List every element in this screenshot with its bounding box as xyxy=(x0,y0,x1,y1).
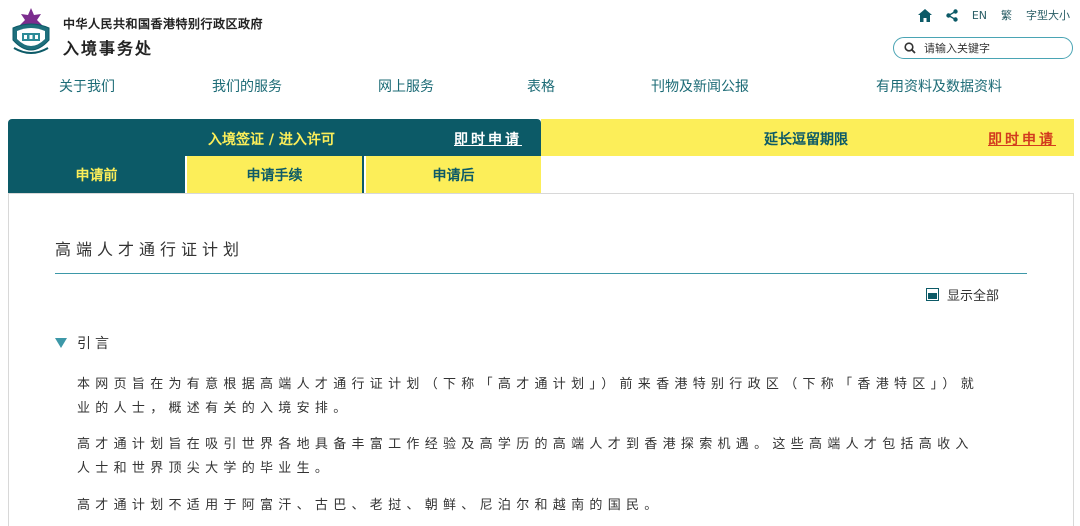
title-divider xyxy=(55,273,1027,274)
government-name: 中华人民共和国香港特别行政区政府 xyxy=(63,17,264,31)
section-introduction-header[interactable]: 引言 xyxy=(55,333,113,353)
nav-item-forms[interactable]: 表格 xyxy=(527,76,555,96)
search-icon[interactable] xyxy=(904,42,916,54)
home-icon xyxy=(917,8,932,22)
site-header: 中华人民共和国香港特别行政区政府 入境事务处 EN 繁 字型大小 xyxy=(0,0,1080,66)
tab-entry-visa-title: 入境签证 / 进入许可 xyxy=(208,132,335,148)
nav-item-eservices[interactable]: 网上服务 xyxy=(378,76,434,96)
hkimmd-emblem-icon[interactable] xyxy=(8,6,54,60)
font-size-button[interactable]: 字型大小 xyxy=(1026,7,1070,23)
subtabs: 申请前 申请手续 申请后 xyxy=(8,156,541,193)
lang-en-link[interactable]: EN xyxy=(972,9,987,22)
search-input[interactable] xyxy=(924,41,1064,55)
search-box xyxy=(893,37,1073,59)
tab-extension-title: 延长逗留期限 xyxy=(764,132,848,148)
nav-item-useful-info[interactable]: 有用资料及数据资料 xyxy=(876,76,1002,96)
nav-item-services[interactable]: 我们的服务 xyxy=(212,76,282,96)
tab-extension-of-stay[interactable]: 延长逗留期限 即时申请 xyxy=(541,119,1074,156)
tab-extension-apply-link[interactable]: 即时申请 xyxy=(988,129,1056,149)
show-all-toggle[interactable]: 显示全部 xyxy=(926,285,999,304)
intro-paragraph-2: 高才通计划旨在吸引世界各地具备丰富工作经验及高学历的高端人才到香港探索机遇。这些… xyxy=(77,437,974,476)
subtab-before-applying[interactable]: 申请前 xyxy=(8,156,185,193)
intro-paragraph-1: 本网页旨在为有意根据高端人才通行证计划（下称「高才通计划」）前来香港特别行政区（… xyxy=(77,377,980,416)
tab-entry-visa-apply-link[interactable]: 即时申请 xyxy=(454,129,522,149)
service-tabs: 入境签证 / 进入许可 即时申请 延长逗留期限 即时申请 申请前 申请手续 申请… xyxy=(8,119,1074,194)
subtab-after-applying[interactable]: 申请后 xyxy=(364,156,541,193)
content-panel: 高端人才通行证计划 显示全部 引言 本网页旨在为有意根据高端人才通行证计划（下称… xyxy=(8,193,1074,526)
main-nav: 关于我们 我们的服务 网上服务 表格 刊物及新闻公报 有用资料及数据资料 xyxy=(0,76,1080,98)
intro-paragraph-3: 高才通计划不适用于阿富汗、古巴、老挝、朝鲜、尼泊尔和越南的国民。 xyxy=(77,498,663,513)
department-name[interactable]: 入境事务处 xyxy=(63,35,153,59)
subtab-application-procedure[interactable]: 申请手续 xyxy=(185,156,362,193)
header-tools: EN 繁 字型大小 xyxy=(917,7,1070,23)
show-all-label: 显示全部 xyxy=(947,289,1000,304)
tab-entry-visa[interactable]: 入境签证 / 进入许可 即时申请 xyxy=(8,119,541,156)
nav-item-publications[interactable]: 刊物及新闻公报 xyxy=(651,76,749,96)
section-title: 引言 xyxy=(77,336,113,352)
lang-traditional-link[interactable]: 繁 xyxy=(1001,7,1012,23)
home-button[interactable] xyxy=(917,8,932,22)
page-title: 高端人才通行证计划 xyxy=(55,240,245,259)
caret-down-icon xyxy=(55,338,67,348)
show-all-checkbox-icon xyxy=(926,288,939,301)
nav-item-about[interactable]: 关于我们 xyxy=(59,76,115,96)
share-icon xyxy=(946,8,958,22)
share-button[interactable] xyxy=(946,8,958,22)
